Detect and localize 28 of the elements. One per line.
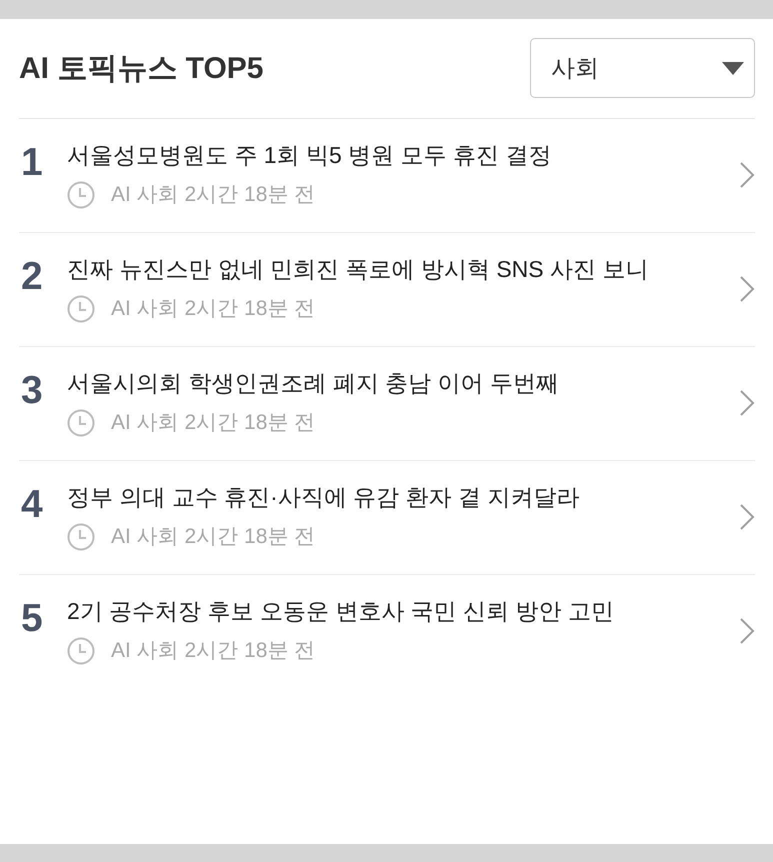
news-meta: AI 사회 2시간 18분 전 <box>111 638 316 664</box>
news-meta: AI 사회 2시간 18분 전 <box>111 524 316 550</box>
rank-number: 1 <box>20 143 44 182</box>
chevron-right-icon[interactable] <box>739 161 755 189</box>
section-title: AI 토픽뉴스 TOP5 <box>19 50 264 86</box>
rank-number: 5 <box>20 599 44 638</box>
chevron-right-icon[interactable] <box>739 503 755 531</box>
category-dropdown[interactable]: 사회 <box>530 38 755 98</box>
chevron-right-icon[interactable] <box>739 617 755 645</box>
dropdown-triangle-icon <box>722 62 744 74</box>
chevron-right-icon[interactable] <box>739 275 755 303</box>
clock-icon <box>67 409 95 437</box>
news-title-link[interactable]: 정부 의대 교수 휴진·사직에 유감 환자 곁 지켜달라 <box>67 480 580 514</box>
news-meta: AI 사회 2시간 18분 전 <box>111 296 316 322</box>
clock-icon <box>67 181 95 209</box>
news-meta: AI 사회 2시간 18분 전 <box>111 410 316 436</box>
news-title-link[interactable]: 2기 공수처장 후보 오동운 변호사 국민 신뢰 방안 고민 <box>67 594 614 628</box>
news-title-link[interactable]: 서울성모병원도 주 1회 빅5 병원 모두 휴진 결정 <box>67 138 552 172</box>
rank-number: 2 <box>20 257 44 296</box>
chevron-right-icon[interactable] <box>739 389 755 417</box>
clock-icon <box>67 295 95 323</box>
news-title-link[interactable]: 진짜 뉴진스만 없네 민희진 폭로에 방시혁 SNS 사진 보니 <box>67 252 648 286</box>
clock-icon <box>67 523 95 551</box>
rank-number: 4 <box>20 485 44 524</box>
news-title-link[interactable]: 서울시의회 학생인권조례 폐지 충남 이어 두번째 <box>67 366 559 400</box>
rank-number: 3 <box>20 371 44 410</box>
news-meta: AI 사회 2시간 18분 전 <box>111 182 316 208</box>
clock-icon <box>67 637 95 665</box>
